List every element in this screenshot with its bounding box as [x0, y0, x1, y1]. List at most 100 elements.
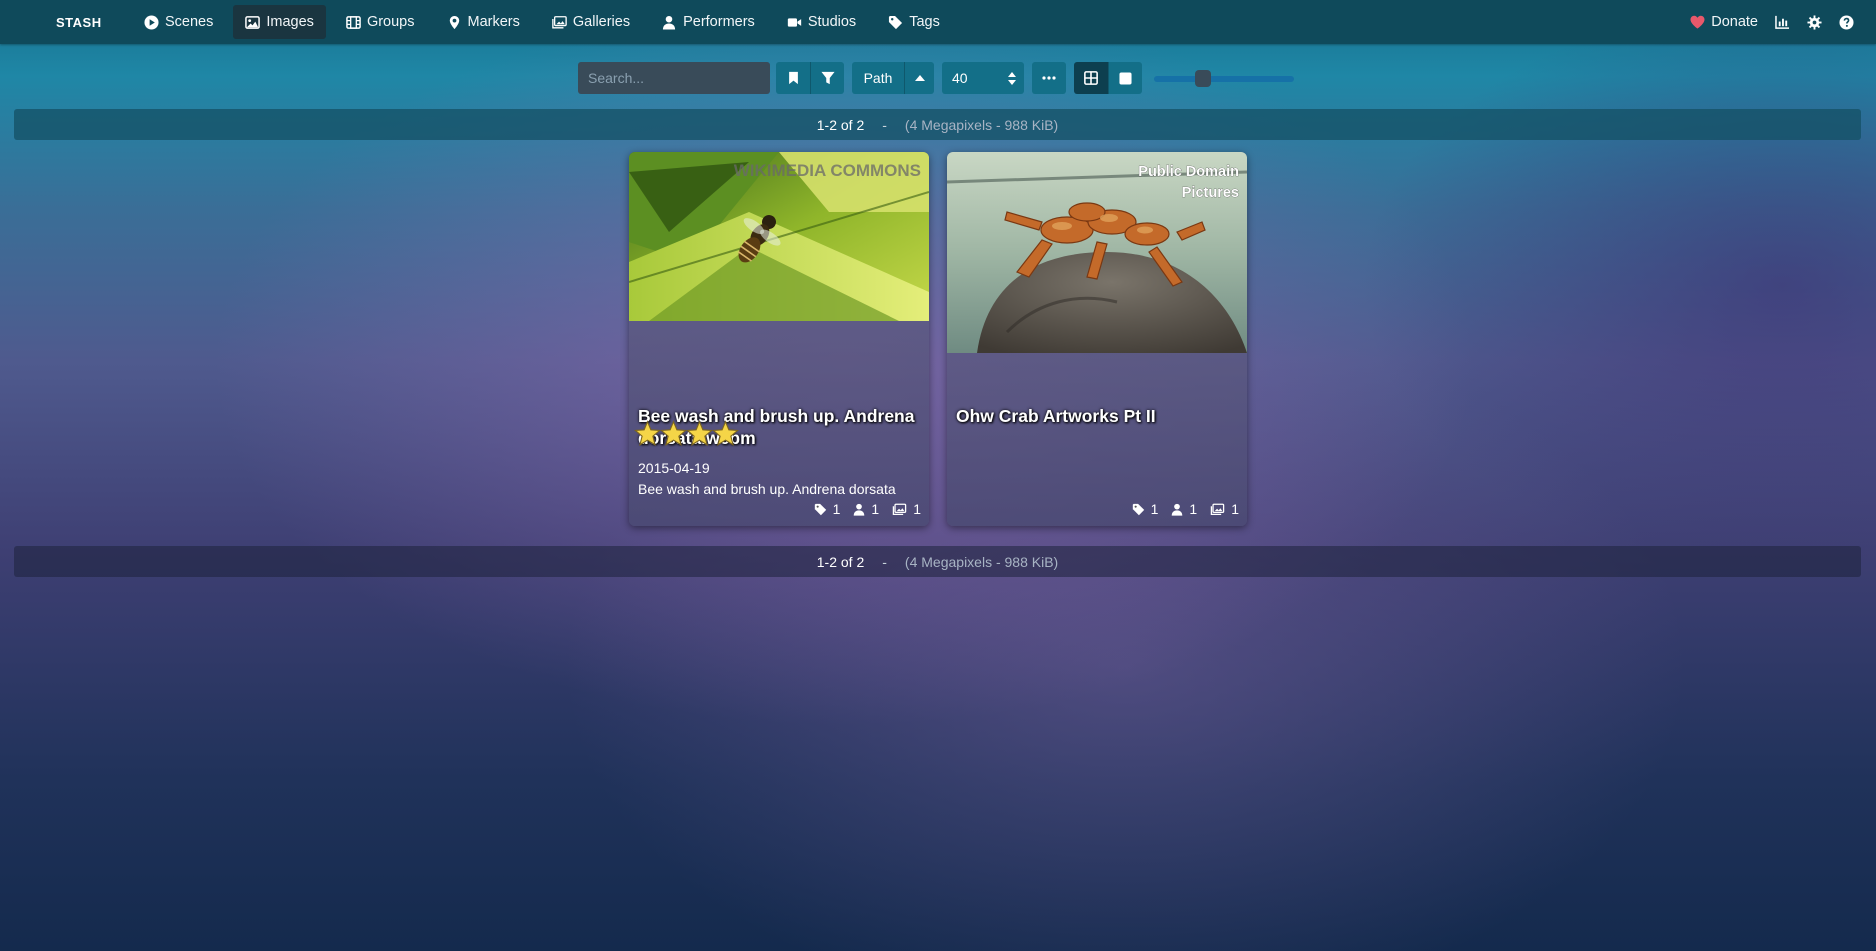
image-icon — [245, 15, 261, 30]
navbar-right: Donate — [1682, 0, 1862, 44]
star-icon[interactable] — [686, 420, 713, 447]
video-camera-icon — [787, 15, 802, 30]
play-circle-icon — [144, 14, 159, 30]
zoom-slider[interactable] — [1154, 62, 1294, 94]
nav-item-groups[interactable]: Groups — [334, 5, 427, 39]
gallery-count: 1 — [1231, 501, 1239, 517]
star-icon[interactable] — [712, 420, 739, 447]
gear-icon — [1806, 14, 1822, 30]
images-icon — [552, 15, 567, 30]
card-description: Bee wash and brush up. Andrena dorsata — [638, 481, 896, 497]
nav-label: Galleries — [572, 14, 631, 30]
user-icon — [1172, 503, 1183, 516]
stats-separator: - — [882, 553, 887, 570]
bookmark-icon — [788, 71, 798, 85]
help-icon — [1838, 14, 1854, 30]
images-icon — [1210, 503, 1225, 515]
nav-item-markers[interactable]: Markers — [435, 5, 532, 39]
map-marker-icon — [447, 15, 462, 30]
image-card[interactable]: Public Domain Pictures Ohw Crab Artworks… — [947, 152, 1247, 526]
tag-icon — [888, 15, 903, 30]
zoom-slider-track — [1154, 76, 1294, 82]
watermark-text: Pictures — [1182, 185, 1239, 201]
stats-button[interactable] — [1766, 5, 1798, 39]
per-page-value: 40 — [952, 70, 968, 86]
donate-button[interactable]: Donate — [1682, 5, 1766, 39]
nav-item-galleries[interactable]: Galleries — [540, 5, 642, 39]
nav-item-tags[interactable]: Tags — [876, 5, 952, 39]
performer-count-button[interactable]: 1 — [853, 501, 879, 517]
nav-label: Groups — [366, 14, 415, 30]
nav-item-images[interactable]: Images — [233, 5, 326, 39]
navbar: STASH Scenes Images Groups Markers Galle… — [0, 0, 1876, 44]
square-icon — [1119, 71, 1132, 85]
performer-count: 1 — [1189, 501, 1198, 517]
brand-logo[interactable]: STASH — [56, 15, 132, 30]
performer-count-button[interactable]: 1 — [1171, 501, 1197, 517]
image-thumbnail[interactable]: WIKIMEDIA COMMONS — [629, 152, 929, 321]
grid-view-button[interactable] — [1074, 62, 1108, 94]
tag-icon — [814, 503, 826, 515]
image-thumbnail[interactable]: Public Domain Pictures — [947, 152, 1247, 353]
display-mode-group — [1074, 62, 1142, 94]
more-options-button[interactable] — [1032, 62, 1066, 94]
nav-item-scenes[interactable]: Scenes — [132, 5, 225, 39]
sort-by-button[interactable]: Path — [852, 62, 904, 94]
tag-count: 1 — [1150, 501, 1159, 517]
nav-item-performers[interactable]: Performers — [650, 5, 767, 39]
ellipsis-icon — [1042, 76, 1056, 80]
pagination-stats-top: 1-2 of 2 - (4 Megapixels - 988 KiB) — [14, 109, 1861, 140]
images-icon — [892, 503, 907, 515]
nav-label: Performers — [683, 14, 755, 30]
user-icon — [662, 15, 677, 30]
card-popovers: 1 1 1 — [1119, 501, 1239, 517]
zoom-slider-thumb[interactable] — [1195, 70, 1211, 87]
tag-count-button[interactable]: 1 — [814, 501, 841, 517]
caret-up-icon — [914, 75, 925, 81]
list-toolbar: Path 40 — [578, 62, 1294, 94]
star-icon[interactable] — [634, 420, 661, 447]
sort-group: Path — [852, 62, 934, 94]
gallery-count: 1 — [913, 501, 921, 517]
result-count: 1-2 of 2 — [816, 553, 865, 570]
nav-item-studios[interactable]: Studios — [775, 5, 868, 39]
heart-icon — [1690, 15, 1705, 30]
settings-button[interactable] — [1798, 5, 1830, 39]
rating-stars[interactable] — [634, 420, 739, 447]
tag-count-button[interactable]: 1 — [1132, 501, 1159, 517]
help-button[interactable] — [1830, 5, 1862, 39]
image-card[interactable]: WIKIMEDIA COMMONS Bee wash and brush up.… — [629, 152, 929, 526]
watermark-text: Public Domain — [1138, 164, 1239, 180]
donate-label: Donate — [1711, 14, 1758, 30]
stats-summary: (4 Megapixels - 988 KiB) — [904, 553, 1059, 570]
result-count: 1-2 of 2 — [816, 116, 865, 133]
pagination-stats-bottom: 1-2 of 2 - (4 Megapixels - 988 KiB) — [14, 546, 1861, 577]
nav-label: Studios — [807, 14, 857, 30]
gallery-count-button[interactable]: 1 — [892, 501, 921, 517]
chart-icon — [1774, 15, 1789, 29]
wall-view-button[interactable] — [1108, 62, 1142, 94]
nav-label: Markers — [467, 14, 520, 30]
card-date: 2015-04-19 — [638, 460, 710, 476]
tag-count: 1 — [832, 501, 841, 517]
performer-count: 1 — [871, 501, 880, 517]
select-arrows-icon — [1008, 71, 1016, 85]
search-input[interactable] — [578, 62, 770, 94]
user-icon — [854, 503, 865, 516]
filter-button[interactable] — [810, 62, 844, 94]
per-page-select[interactable]: 40 — [942, 62, 1024, 94]
grid-icon — [1084, 71, 1098, 85]
star-icon[interactable] — [660, 420, 687, 447]
saved-filters-button[interactable] — [776, 62, 810, 94]
sort-direction-button[interactable] — [904, 62, 934, 94]
gallery-count-button[interactable]: 1 — [1210, 501, 1239, 517]
filter-icon — [820, 71, 835, 85]
filter-group — [776, 62, 844, 94]
tag-icon — [1132, 503, 1144, 515]
nav-label: Tags — [909, 14, 940, 30]
stats-summary: (4 Megapixels - 988 KiB) — [904, 116, 1059, 133]
film-icon — [346, 15, 361, 30]
card-title[interactable]: Ohw Crab Artworks Pt II — [956, 405, 1241, 427]
nav-label: Images — [266, 14, 314, 30]
nav-label: Scenes — [165, 14, 214, 30]
